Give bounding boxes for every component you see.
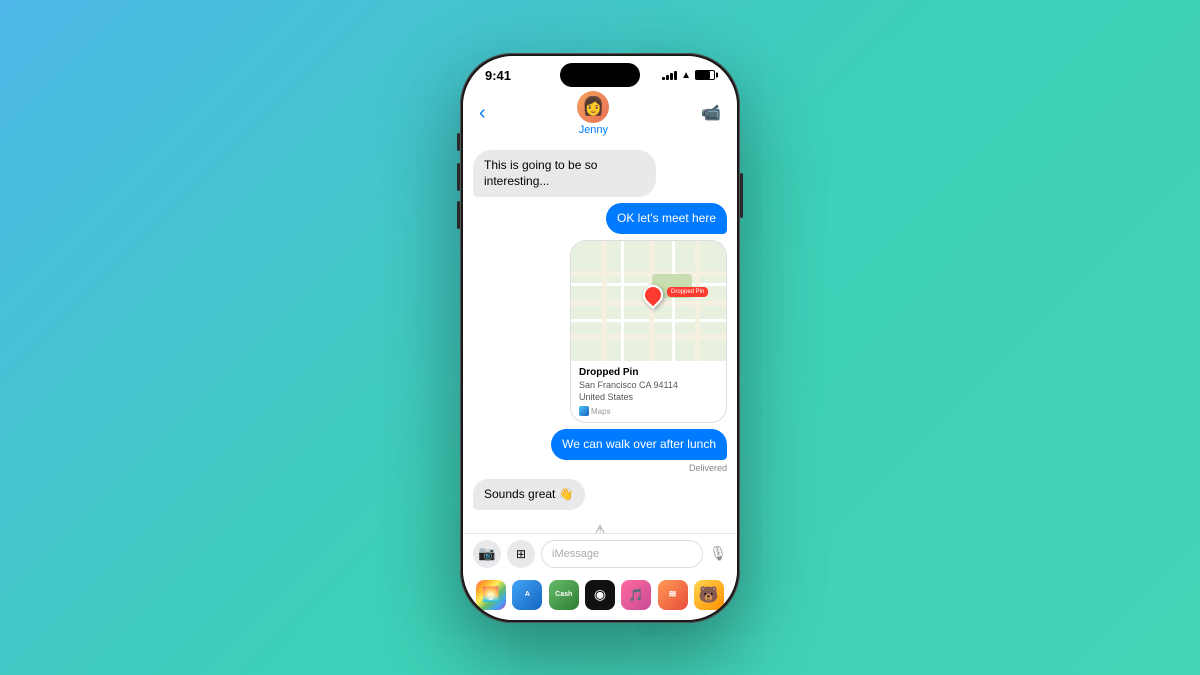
music-icon: 🎵 — [629, 588, 644, 602]
bubble-text-4: We can walk over after lunch — [562, 437, 716, 451]
contact-header[interactable]: 👩 Jenny — [577, 91, 609, 136]
apps-button[interactable]: ⊞ — [507, 540, 535, 568]
map-address: San Francisco CA 94114 United States — [579, 379, 718, 404]
camera-icon: 📷 — [478, 545, 495, 562]
volume-up-button[interactable] — [457, 163, 460, 191]
music-app-icon[interactable]: 🎵 — [621, 580, 651, 610]
dark-icon: ◉ — [594, 586, 606, 603]
message-sent-4: We can walk over after lunch — [473, 429, 727, 460]
back-button[interactable]: ‹ — [479, 102, 486, 125]
phone-frame: 9:41 ▲ ‹ 👩 Jenny — [460, 53, 740, 623]
camera-button[interactable]: 📷 — [473, 540, 501, 568]
dynamic-island — [560, 63, 640, 87]
photos-icon: 🌅 — [482, 586, 499, 603]
message-placeholder: iMessage — [552, 548, 599, 560]
memoji-icon: 🐻 — [699, 585, 719, 605]
signal-bars — [662, 70, 677, 80]
message-sent-2: OK let's meet here — [473, 203, 727, 234]
cash-icon-label: Cash — [555, 591, 572, 598]
battery-icon — [695, 70, 715, 80]
system-notice: ⚠ An unrecognized device may have been a… — [473, 516, 727, 533]
mute-button[interactable] — [457, 133, 460, 151]
power-button[interactable] — [740, 173, 743, 218]
phone-screen: 9:41 ▲ ‹ 👩 Jenny — [463, 56, 737, 620]
appstore-app-icon[interactable]: A — [512, 580, 542, 610]
delivered-label: Delivered — [473, 463, 727, 473]
bubble-text-1: This is going to be so interesting... — [484, 158, 597, 189]
bubble-received-6: Sounds great 👋 — [473, 479, 585, 510]
video-call-button[interactable]: 📹 — [701, 103, 721, 123]
app-bar: 🌅 A Cash ◉ 🎵 ≋ 🐻 — [463, 574, 737, 620]
message-received-6: Sounds great 👋 — [473, 479, 727, 510]
wifi-icon: ▲ — [681, 70, 691, 81]
messages-list: This is going to be so interesting... OK… — [463, 142, 737, 533]
contact-avatar: 👩 — [577, 91, 609, 123]
bubble-text-2: OK let's meet here — [617, 211, 716, 225]
input-bar: 📷 ⊞ iMessage 🎙 — [463, 533, 737, 574]
maps-logo — [579, 406, 589, 416]
message-received-1: This is going to be so interesting... — [473, 150, 727, 198]
memoji-app-icon[interactable]: 🐻 — [694, 580, 724, 610]
map-message[interactable]: Dropped Pin Dropped Pin San Francisco CA… — [473, 240, 727, 423]
bubble-sent-2: OK let's meet here — [606, 203, 727, 234]
status-time: 9:41 — [485, 68, 511, 83]
map-preview: Dropped Pin — [571, 241, 726, 361]
mic-button[interactable]: 🎙 — [709, 545, 727, 562]
map-pin: Dropped Pin — [643, 285, 663, 309]
notice-warning-icon: ⚠ — [594, 520, 607, 533]
cash-app-icon[interactable]: Cash — [549, 580, 579, 610]
message-input[interactable]: iMessage — [541, 540, 703, 568]
bubble-sent-4: We can walk over after lunch — [551, 429, 727, 460]
contact-name: Jenny — [579, 124, 608, 136]
apps-icon: ⊞ — [516, 547, 526, 561]
audio-app-icon[interactable]: ≋ — [658, 580, 688, 610]
map-source: Maps — [579, 406, 718, 416]
volume-down-button[interactable] — [457, 201, 460, 229]
status-icons: ▲ — [662, 70, 715, 81]
dark-app-icon[interactable]: ◉ — [585, 580, 615, 610]
map-info: Dropped Pin San Francisco CA 94114 Unite… — [571, 361, 726, 422]
bubble-text-6: Sounds great 👋 — [484, 487, 574, 501]
nav-bar: ‹ 👩 Jenny 📹 — [463, 87, 737, 142]
map-title: Dropped Pin — [579, 367, 718, 378]
photos-app-icon[interactable]: 🌅 — [476, 580, 506, 610]
appstore-icon-label: A — [525, 591, 530, 598]
audio-icon: ≋ — [668, 589, 676, 600]
bubble-received-1: This is going to be so interesting... — [473, 150, 656, 198]
map-bubble[interactable]: Dropped Pin Dropped Pin San Francisco CA… — [570, 240, 727, 423]
